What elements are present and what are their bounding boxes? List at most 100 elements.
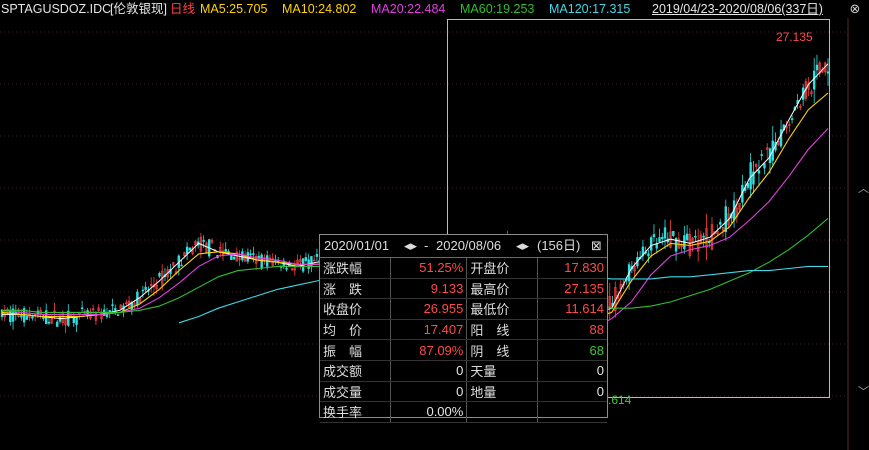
candle-body	[56, 321, 59, 327]
stats-label: 涨 跌	[320, 278, 391, 300]
stats-value	[537, 401, 607, 423]
stats-label: 涨跌幅	[320, 258, 391, 279]
candle-body	[719, 222, 722, 225]
candle-body	[655, 243, 658, 249]
stats-label: 阳 线	[466, 319, 539, 341]
candle-body	[260, 254, 263, 269]
candle-body	[80, 307, 84, 309]
candle-body	[826, 71, 830, 74]
stats-label: 阴 线	[466, 339, 539, 361]
stats-label: 天量	[466, 360, 539, 382]
candle-body	[815, 64, 819, 71]
low-price-label: .614	[608, 393, 632, 407]
candle-body	[188, 247, 192, 251]
stats-value: 68	[537, 339, 607, 361]
stats-label: 振 幅	[320, 339, 391, 361]
candle-body	[694, 236, 697, 238]
candle-body	[58, 316, 62, 322]
candle-body	[672, 230, 675, 236]
stats-value: 17.830	[537, 258, 607, 279]
stats-label: 开盘价	[466, 258, 539, 279]
stats-label: 成交量	[320, 381, 391, 403]
range-stats-panel: 2020/01/01 ◂▸ - 2020/08/06 ◂▸ (156日) ⊠ 涨…	[319, 234, 608, 423]
stats-value: 0	[390, 360, 468, 382]
candle-body	[31, 316, 34, 319]
day-count: (156日)	[537, 238, 581, 253]
candle-body	[185, 246, 189, 255]
candle-body	[790, 118, 794, 121]
stats-row: 涨 跌 9.133 最高价 27.135	[320, 278, 607, 300]
stats-value: 88	[537, 319, 607, 341]
stats-value: 51.25%	[390, 258, 468, 279]
candle-body	[702, 235, 705, 238]
candle-body	[47, 321, 51, 324]
candle-body	[20, 315, 23, 318]
candle-body	[180, 264, 183, 267]
stats-header: 2020/01/01 ◂▸ - 2020/08/06 ◂▸ (156日) ⊠	[320, 235, 607, 258]
date-dash: -	[424, 238, 429, 253]
stats-value: 9.133	[390, 278, 468, 300]
candle-body	[224, 249, 227, 252]
stats-label: 成交额	[320, 360, 391, 382]
candle-body	[202, 240, 205, 242]
candle-body	[663, 227, 667, 239]
stats-row: 均 价 17.407 阳 线 88	[320, 319, 607, 341]
stats-value: 0	[537, 360, 607, 382]
candle-body	[763, 163, 766, 169]
candle-body	[252, 253, 255, 255]
stats-row: 成交额 0 天量 0	[320, 360, 607, 382]
candle-body	[25, 315, 29, 320]
candle-body	[0, 309, 4, 317]
stats-value: 27.135	[537, 278, 607, 300]
candle-body	[812, 70, 816, 90]
stats-value: 0.00%	[390, 401, 468, 423]
stats-row: 成交量 0 地量 0	[320, 381, 607, 403]
stats-label	[466, 401, 539, 423]
stats-row: 涨跌幅 51.25% 开盘价 17.830	[320, 258, 607, 279]
stats-label: 最高价	[466, 278, 539, 300]
stats-value: 11.614	[537, 298, 607, 320]
candle-body	[111, 304, 114, 306]
scroll-up-icon[interactable]: ︿	[858, 180, 869, 196]
stats-value: 17.407	[390, 319, 468, 341]
stats-label: 地量	[466, 381, 539, 403]
date-to: 2020/08/06	[436, 238, 502, 253]
stats-value: 26.955	[390, 298, 468, 320]
candle-body	[724, 206, 727, 233]
stats-value: 0	[390, 381, 468, 403]
candle-body	[652, 234, 656, 238]
candle-body	[230, 254, 233, 261]
stats-value: 87.09%	[390, 339, 468, 361]
candle-body	[649, 237, 653, 251]
candle-body	[232, 256, 236, 260]
stats-value: 0	[537, 381, 607, 403]
date-from-arrows[interactable]: ◂▸	[404, 235, 417, 257]
high-price-label: 27.135	[776, 30, 813, 44]
stats-row: 收盘价 26.955 最低价 11.614	[320, 298, 607, 320]
candle-body	[144, 286, 147, 290]
stats-close-icon[interactable]: ⊠	[591, 235, 602, 257]
candle-body	[315, 254, 319, 257]
candle-body	[304, 257, 308, 261]
candle-body	[158, 273, 161, 277]
candle-body	[757, 170, 761, 174]
candle-body	[285, 267, 288, 270]
stats-label: 最低价	[466, 298, 539, 320]
candle-body	[647, 253, 650, 257]
stats-row: 振 幅 87.09% 阴 线 68	[320, 339, 607, 361]
candle-body	[685, 233, 689, 241]
date-from: 2020/01/01	[324, 238, 390, 253]
candle-body	[141, 289, 145, 292]
candle-body	[749, 162, 752, 190]
scroll-down-icon[interactable]: ﹀	[858, 383, 869, 399]
stats-label: 均 价	[320, 319, 391, 341]
stats-table: 涨跌幅 51.25% 开盘价 17.830 涨 跌 9.133 最高价 27.135 收盘价 26…	[320, 258, 607, 423]
stats-label: 换手率	[320, 401, 391, 423]
date-to-arrows[interactable]: ◂▸	[516, 235, 529, 257]
candle-body	[114, 308, 117, 311]
candle-body	[760, 154, 763, 156]
stats-label: 收盘价	[320, 298, 391, 320]
candle-body	[658, 237, 661, 242]
candle-body	[779, 129, 783, 147]
stats-row: 换手率 0.00%	[320, 401, 607, 423]
